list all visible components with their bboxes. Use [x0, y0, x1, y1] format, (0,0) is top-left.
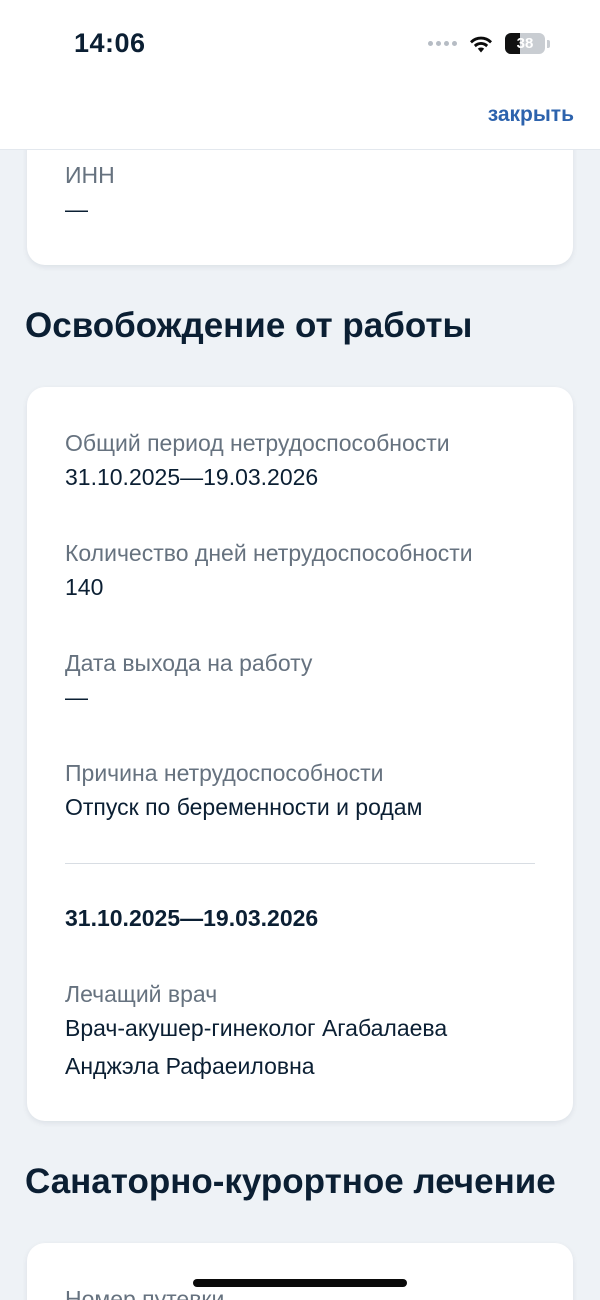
- sanatorium-title: Санаторно-курортное лечение: [25, 1162, 556, 1201]
- return-date-field: Дата выхода на работу —: [65, 648, 535, 716]
- screen: 14:06 38 закрыть ИНН — Освобождение от р…: [0, 0, 600, 1300]
- doctor-value-line1: Врач-акушер-гинеколог Агабалаева: [65, 1015, 448, 1041]
- wifi-icon: [470, 36, 492, 52]
- return-date-value: —: [65, 684, 88, 710]
- inn-value: —: [65, 196, 88, 222]
- reason-value: Отпуск по беременности и родам: [65, 794, 423, 820]
- battery-tip: [547, 39, 550, 48]
- total-period-value: 31.10.2025—19.03.2026: [65, 464, 319, 490]
- inn-field: ИНН —: [65, 160, 535, 228]
- top-bar: 14:06 38 закрыть: [0, 0, 600, 150]
- period-heading: 31.10.2025—19.03.2026: [65, 905, 319, 931]
- doctor-label: Лечащий врач: [65, 981, 218, 1007]
- work-release-card: Общий период нетрудоспособности 31.10.20…: [27, 387, 573, 1121]
- home-indicator[interactable]: [193, 1279, 407, 1287]
- inn-label: ИНН: [65, 162, 115, 188]
- days-label: Количество дней нетрудоспособности: [65, 540, 473, 566]
- return-date-label: Дата выхода на работу: [65, 650, 313, 676]
- doctor-field: Лечащий врач Врач-акушер-гинеколог Агаба…: [65, 979, 535, 1085]
- divider: [65, 863, 535, 864]
- battery-icon: 38: [505, 33, 545, 54]
- status-indicators: 38: [428, 33, 550, 54]
- work-release-title: Освобождение от работы: [25, 306, 473, 345]
- doctor-value-line2: Анджэла Рафаеиловна: [65, 1053, 315, 1079]
- days-value: 140: [65, 574, 104, 600]
- total-period-label: Общий период нетрудоспособности: [65, 430, 450, 456]
- cellular-signal-icon: [428, 41, 457, 46]
- battery-percentage: 38: [516, 35, 534, 52]
- status-time: 14:06: [74, 28, 146, 58]
- days-field: Количество дней нетрудоспособности 140: [65, 538, 535, 606]
- close-button[interactable]: закрыть: [488, 103, 574, 127]
- sanatorium-card: Номер путевки: [27, 1243, 573, 1300]
- total-period-field: Общий период нетрудоспособности 31.10.20…: [65, 428, 535, 496]
- reason-label: Причина нетрудоспособности: [65, 760, 384, 786]
- reason-field: Причина нетрудоспособности Отпуск по бер…: [65, 758, 535, 826]
